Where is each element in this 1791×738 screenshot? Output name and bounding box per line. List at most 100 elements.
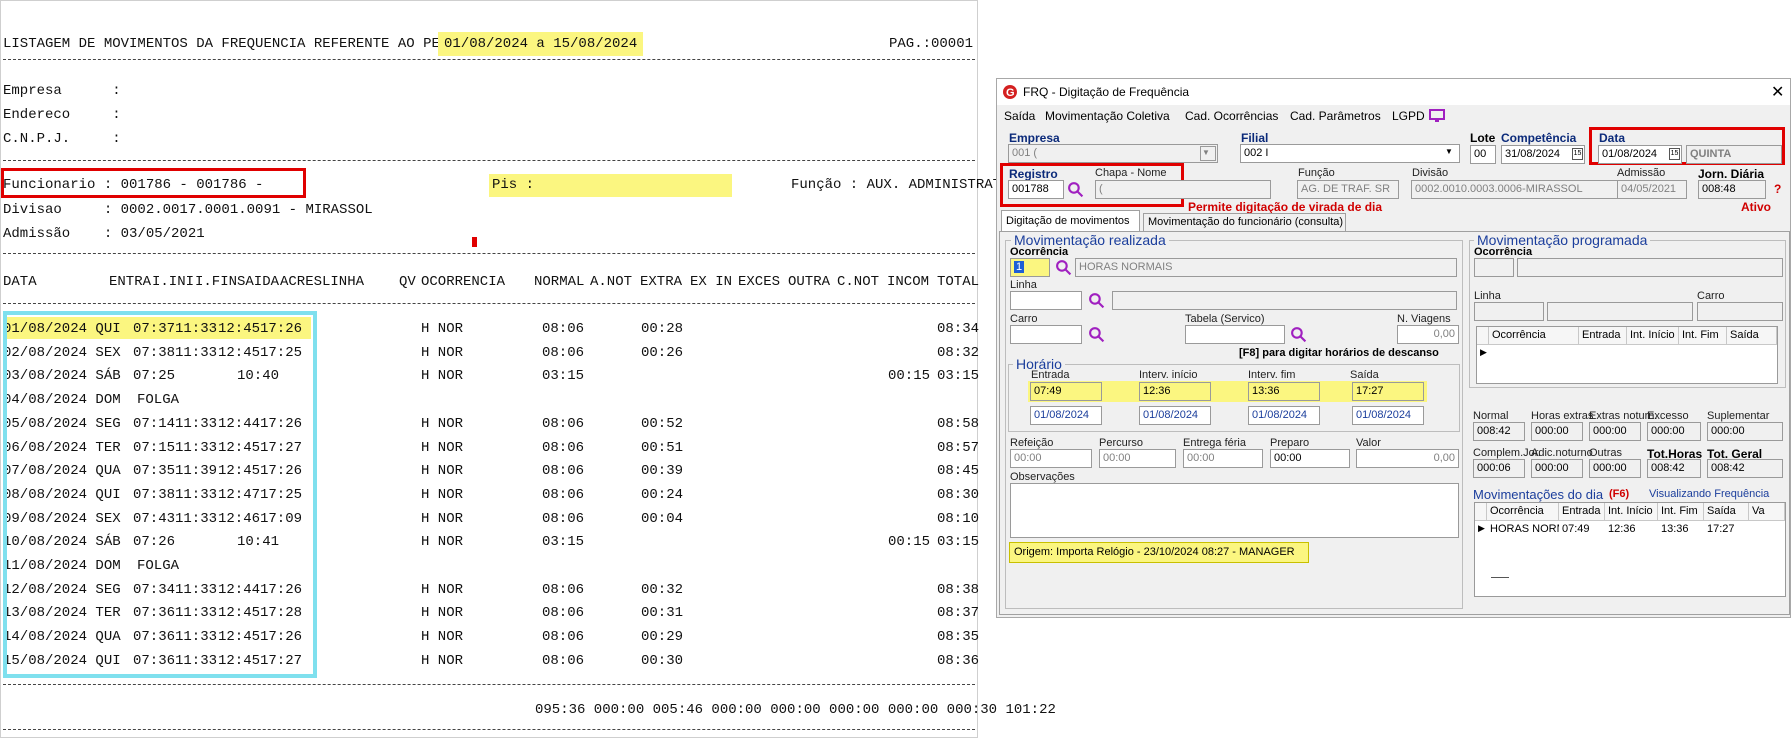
total-value: 000:06 (1473, 459, 1525, 478)
prog-grid-header: Ocorrência (1489, 327, 1579, 345)
scroll-indicator (1491, 577, 1509, 578)
prog-linha-code (1474, 302, 1544, 321)
report-col-header: EX IN (690, 274, 733, 290)
report-cell-normal: 08:06 (542, 344, 585, 361)
chevron-down-icon[interactable]: ▼ (1445, 147, 1453, 156)
report-cell-total: 08:36 (937, 652, 980, 669)
preparo-label: Preparo (1270, 437, 1310, 449)
search-icon[interactable] (1055, 259, 1072, 276)
observacoes-textarea[interactable] (1010, 483, 1459, 538)
valor-field[interactable]: 0,00 (1356, 449, 1459, 468)
app-logo-icon: G (1003, 85, 1017, 99)
interv-fim-date-field[interactable]: 01/08/2024 (1248, 406, 1320, 425)
report-col-header: SAIDA (237, 274, 280, 290)
total-value: 000:00 (1647, 422, 1701, 441)
interv-inicio-field[interactable]: 12:36 (1139, 382, 1211, 401)
tab-digitacao[interactable]: Digitação de movimentos (1001, 210, 1140, 231)
report-cell-ocor: H NOR (421, 486, 464, 503)
refeicao-field[interactable]: 00:00 (1010, 449, 1092, 468)
menu-lgpd[interactable]: LGPD (1392, 109, 1425, 123)
menu-movimentacao-coletiva[interactable]: Movimentação Coletiva (1045, 109, 1170, 123)
weekday-field: QUINTA (1686, 145, 1782, 164)
saida-date-field[interactable]: 01/08/2024 (1352, 406, 1424, 425)
report-cell-extra: 00:26 (641, 344, 684, 361)
menu-saida[interactable]: Saída (1004, 109, 1035, 123)
prog-ocorrencia-code (1474, 258, 1514, 277)
frq-window: G FRQ - Digitação de Frequência ✕ Saída … (996, 78, 1791, 618)
interv-fim-field[interactable]: 13:36 (1248, 382, 1320, 401)
report-cell-total: 08:38 (937, 581, 980, 598)
report-cell-total: 08:37 (937, 605, 980, 622)
report-period: 01/08/2024 a 15/08/2024 (438, 32, 644, 56)
search-icon[interactable] (1290, 326, 1307, 343)
menu-cad-ocorrencias[interactable]: Cad. Ocorrências (1185, 109, 1278, 123)
dia-grid-header: Int. Início (1605, 503, 1658, 521)
divider (3, 253, 975, 254)
carro-label: Carro (1010, 313, 1038, 325)
linha-field[interactable] (1010, 291, 1082, 310)
f8-hint: [F8] para digitar horários de descanso (1239, 347, 1439, 359)
filial-field[interactable]: 002 I (1240, 144, 1460, 163)
lote-field[interactable]: 00 (1470, 145, 1496, 164)
report-cell-normal: 08:06 (542, 510, 585, 527)
divider (3, 303, 975, 304)
observacoes-label: Observações (1010, 471, 1075, 483)
virada-dia-notice: Permite digitação de virada de dia (1188, 200, 1383, 214)
report-col-header: I.INI (152, 274, 195, 290)
empresa-field[interactable]: 001 ( (1008, 144, 1218, 163)
search-icon[interactable] (1067, 181, 1084, 198)
report-cell-extra: 00:51 (641, 439, 684, 456)
calendar-icon[interactable]: 15 (1669, 148, 1680, 160)
empresa-label: Empresa (1009, 131, 1060, 145)
report-cell-extra: 00:28 (641, 321, 684, 337)
monitor-icon[interactable] (1429, 109, 1445, 123)
nviagens-field[interactable]: 0,00 (1397, 325, 1459, 344)
dia-cell[interactable]: 07:49 (1559, 521, 1593, 537)
help-icon[interactable]: ? (1774, 182, 1781, 196)
report-col-header: A.NOT (590, 274, 633, 290)
percurso-field[interactable]: 00:00 (1099, 449, 1176, 468)
prog-grid-header: Saída (1727, 327, 1777, 345)
entrega-field[interactable]: 00:00 (1183, 449, 1263, 468)
report-col-header: DATA (3, 274, 37, 290)
interv-inicio-date-field[interactable]: 01/08/2024 (1139, 406, 1211, 425)
report-cell-extra: 00:29 (641, 629, 684, 646)
prog-grid-header: Int. Fim (1679, 327, 1727, 345)
report-col-header: TOTAL (937, 274, 980, 290)
menu-cad-parametros[interactable]: Cad. Parâmetros (1290, 109, 1381, 123)
report-cell-normal: 08:06 (542, 605, 585, 622)
close-icon[interactable]: ✕ (1771, 82, 1784, 102)
prog-grid[interactable]: Ocorrência Entrada Int. Início Int. Fim … (1476, 326, 1778, 384)
dia-cell[interactable]: 13:36 (1658, 521, 1692, 537)
report-col-header: INCOM (887, 274, 930, 290)
prog-ocorrencia-label: Ocorrência (1474, 246, 1533, 258)
search-icon[interactable] (1088, 326, 1105, 343)
preparo-field[interactable]: 00:00 (1270, 449, 1350, 468)
ocorrencia-code-field[interactable]: 1 (1010, 258, 1050, 277)
registro-field[interactable]: 001788 (1008, 180, 1064, 199)
tabela-field[interactable] (1185, 325, 1285, 344)
saida-field[interactable]: 17:27 (1352, 382, 1424, 401)
entrada-field[interactable]: 07:49 (1030, 382, 1102, 401)
mov-dia-grid[interactable]: Ocorrência Entrada Int. Início Int. Fim … (1474, 502, 1786, 597)
calendar-icon[interactable]: 15 (1572, 148, 1583, 160)
report-cell-normal: 03:15 (542, 534, 585, 551)
admissao-field: 04/05/2021 (1617, 180, 1687, 199)
chevron-down-icon[interactable]: ▼ (1200, 146, 1216, 161)
total-value: 000:00 (1707, 422, 1783, 441)
report-cell-total: 08:10 (937, 510, 980, 527)
ocorrencia-label: Ocorrência (1010, 246, 1069, 258)
report-page: PAG.:00001 (889, 36, 974, 52)
entrega-label: Entrega féria (1183, 437, 1246, 449)
dia-cell[interactable]: 17:27 (1704, 521, 1738, 537)
search-icon[interactable] (1088, 292, 1105, 309)
entrada-date-field[interactable]: 01/08/2024 (1030, 406, 1102, 425)
tab-movimentacao-funcionario[interactable]: Movimentação do funcionário (consulta) (1143, 213, 1346, 231)
report-cell-extra: 00:32 (641, 581, 684, 598)
visualizando-link[interactable]: Visualizando Frequência (1649, 488, 1769, 500)
dia-cell[interactable]: 12:36 (1605, 521, 1639, 537)
report-col-header: I.FIN (195, 274, 238, 290)
prog-carro-label: Carro (1697, 290, 1725, 302)
carro-field[interactable] (1010, 325, 1082, 344)
dia-cell[interactable]: HORAS NORM (1487, 521, 1559, 537)
